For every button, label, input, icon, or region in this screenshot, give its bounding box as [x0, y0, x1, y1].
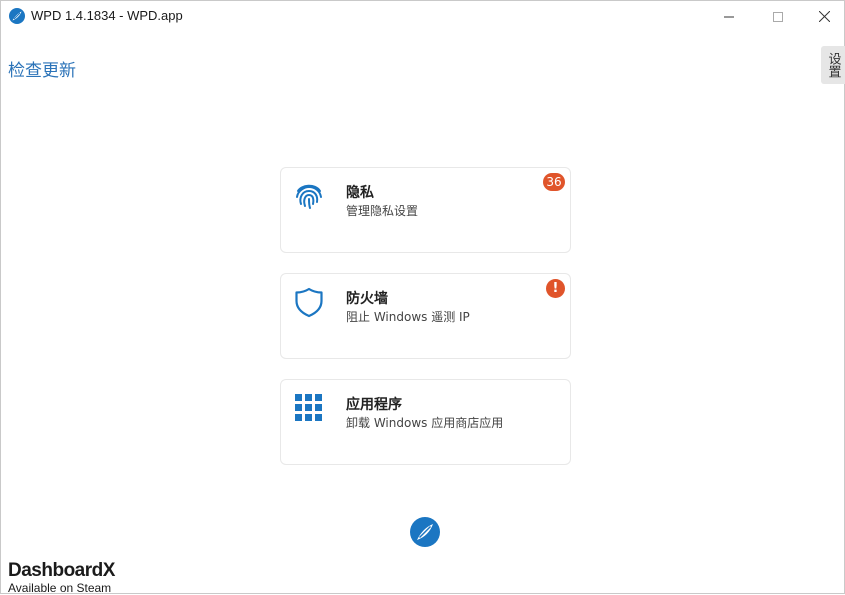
- privacy-card[interactable]: 隐私 管理隐私设置 36: [280, 167, 571, 253]
- minimize-button[interactable]: [706, 1, 752, 32]
- wpd-logo-icon: [9, 8, 25, 24]
- watermark-brand: DashboardX: [8, 560, 115, 581]
- card-subtitle: 阻止 Windows 遥测 IP: [346, 310, 470, 324]
- window-title: WPD 1.4.1834 - WPD.app: [31, 8, 183, 23]
- wpd-logo-icon[interactable]: [410, 517, 440, 547]
- app-window: WPD 1.4.1834 - WPD.app 检查更新 设置 隐私 管理隐私设置…: [0, 0, 845, 595]
- maximize-icon: [773, 11, 783, 22]
- watermark: DashboardX Available on Steam: [8, 561, 115, 595]
- firewall-card[interactable]: 防火墙 阻止 Windows 遥测 IP !: [280, 273, 571, 359]
- maximize-button[interactable]: [755, 1, 801, 32]
- notification-count-badge: 36: [543, 173, 565, 191]
- apps-card[interactable]: 应用程序 卸载 Windows 应用商店应用: [280, 379, 571, 465]
- card-subtitle: 管理隐私设置: [346, 204, 419, 218]
- watermark-subtitle: Available on Steam: [8, 581, 112, 595]
- card-title: 防火墙: [346, 291, 388, 307]
- card-title: 应用程序: [346, 397, 402, 413]
- card-title: 隐私: [346, 185, 374, 201]
- minimize-icon: [724, 16, 734, 17]
- settings-label: 设置: [825, 52, 841, 78]
- title-bar[interactable]: WPD 1.4.1834 - WPD.app: [1, 1, 844, 32]
- check-update-link[interactable]: 检查更新: [8, 56, 76, 81]
- shield-icon: [295, 287, 323, 318]
- card-subtitle: 卸载 Windows 应用商店应用: [346, 416, 504, 430]
- settings-button[interactable]: 设置: [821, 46, 845, 84]
- close-button[interactable]: [801, 1, 845, 32]
- close-icon: [818, 11, 830, 22]
- fingerprint-icon: [296, 184, 322, 209]
- apps-grid-icon: [295, 394, 322, 421]
- alert-badge: !: [546, 279, 565, 298]
